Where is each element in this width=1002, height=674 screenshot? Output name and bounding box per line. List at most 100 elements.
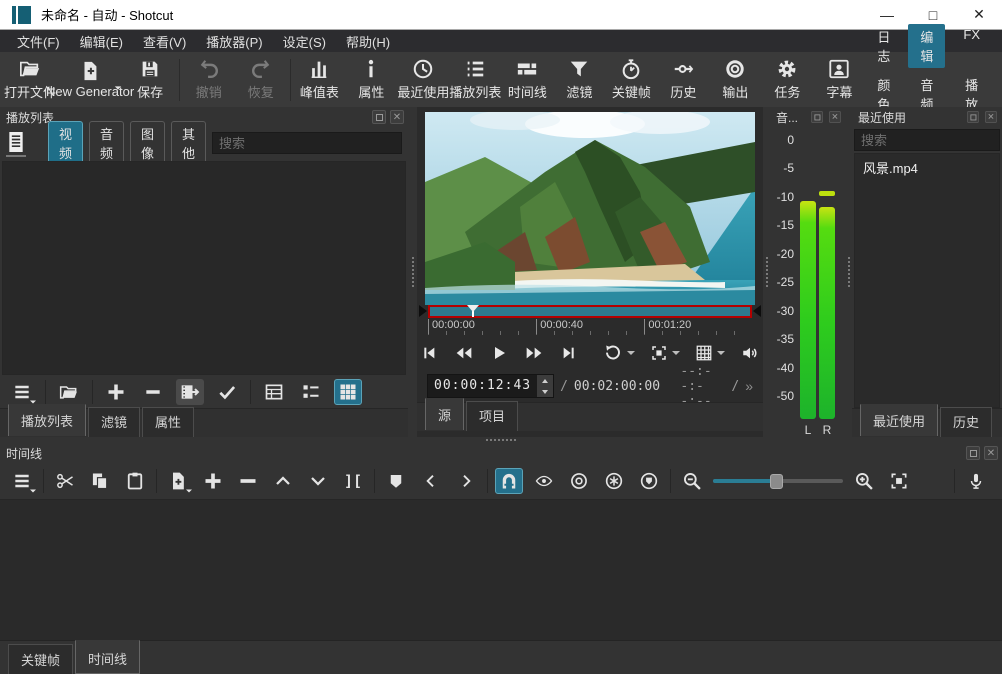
- tab-recent[interactable]: 最近使用: [860, 404, 938, 436]
- ripple-markers-button[interactable]: [635, 468, 663, 494]
- tab-filters[interactable]: 滤镜: [88, 407, 140, 437]
- tab-source[interactable]: 源: [425, 398, 464, 430]
- splitter-player-meter[interactable]: [763, 107, 770, 437]
- playlist-update-button[interactable]: [176, 379, 204, 405]
- view-icons-button[interactable]: [334, 379, 362, 405]
- menu-help[interactable]: 帮助(H): [337, 30, 399, 53]
- volume-button[interactable]: [737, 342, 763, 364]
- skip-start-button[interactable]: [417, 343, 441, 363]
- timeline-tracks-area[interactable]: [0, 499, 1002, 640]
- splitter-left[interactable]: [408, 107, 417, 437]
- save-button[interactable]: 保存: [124, 54, 176, 106]
- playlist-open-button[interactable]: [55, 379, 83, 405]
- playlist-remove-button[interactable]: [139, 379, 167, 405]
- list-item[interactable]: 风景.mp4: [855, 154, 999, 181]
- fast-forward-button[interactable]: [520, 343, 548, 363]
- timeline-menu-button[interactable]: [8, 468, 36, 494]
- scrub-while-dragging-button[interactable]: [530, 468, 558, 494]
- spin-up-icon[interactable]: [537, 375, 553, 386]
- menu-file[interactable]: 文件(F): [8, 30, 69, 53]
- rewind-button[interactable]: [450, 343, 478, 363]
- export-button[interactable]: 输出: [709, 54, 761, 106]
- tab-playlist[interactable]: 播放列表: [8, 404, 86, 436]
- close-panel-button[interactable]: ✕: [984, 446, 998, 460]
- tab-keyframes[interactable]: 关键帧: [8, 644, 73, 674]
- playhead[interactable]: [472, 305, 474, 317]
- spin-arrows[interactable]: [537, 375, 553, 397]
- redo-button[interactable]: 恢复: [235, 54, 287, 106]
- tab-project[interactable]: 项目: [466, 401, 518, 431]
- zoom-fit-button[interactable]: [647, 342, 683, 364]
- next-marker-button[interactable]: [452, 468, 480, 494]
- marker-button[interactable]: [382, 468, 410, 494]
- skip-end-button[interactable]: [557, 343, 581, 363]
- overwrite-button[interactable]: [304, 468, 332, 494]
- tab-timeline[interactable]: 时间线: [75, 640, 140, 674]
- properties-button[interactable]: 属性: [345, 54, 397, 106]
- playlist-doc-icon[interactable]: [6, 129, 26, 157]
- zoom-out-button[interactable]: [678, 468, 706, 494]
- keyframes-button[interactable]: 关键帧: [605, 54, 657, 106]
- tab-audio[interactable]: 音频: [89, 121, 124, 165]
- ripple-all-tracks-button[interactable]: [600, 468, 628, 494]
- spin-down-icon[interactable]: [537, 386, 553, 397]
- grid-button[interactable]: [692, 342, 728, 364]
- current-time-spinbox[interactable]: 00:00:12:43: [427, 374, 554, 398]
- view-details-button[interactable]: [260, 379, 288, 405]
- lift-button[interactable]: [269, 468, 297, 494]
- filters-button[interactable]: 滤镜: [553, 54, 605, 106]
- float-panel-button[interactable]: [967, 111, 979, 123]
- record-audio-button[interactable]: [962, 468, 990, 494]
- slider-handle[interactable]: [770, 474, 783, 489]
- menu-player[interactable]: 播放器(P): [197, 30, 271, 53]
- tab-history[interactable]: 历史: [940, 407, 992, 437]
- trim-in-handle[interactable]: [419, 305, 427, 317]
- float-panel-button[interactable]: [372, 110, 386, 124]
- jobs-button[interactable]: 任务: [761, 54, 813, 106]
- tab-image[interactable]: 图像: [130, 121, 165, 165]
- menu-edit[interactable]: 编辑(E): [71, 30, 132, 53]
- close-panel-button[interactable]: ✕: [985, 111, 997, 123]
- scrub-bar[interactable]: [419, 305, 761, 318]
- paste-button[interactable]: [121, 468, 149, 494]
- tab-other[interactable]: 其他: [171, 121, 206, 165]
- history-button[interactable]: 历史: [657, 54, 709, 106]
- playlist-content[interactable]: [2, 161, 406, 375]
- append-button[interactable]: [164, 468, 192, 494]
- zoom-in-button[interactable]: [850, 468, 878, 494]
- ripple-delete-append-button[interactable]: [199, 468, 227, 494]
- tab-properties[interactable]: 属性: [142, 407, 194, 437]
- time-ruler[interactable]: 00:00:00 00:00:40 00:01:20: [428, 318, 752, 335]
- close-panel-button[interactable]: ✕: [829, 111, 841, 123]
- loop-button[interactable]: [600, 342, 638, 364]
- split-button[interactable]: ][: [339, 468, 367, 494]
- close-panel-button[interactable]: ✕: [390, 110, 404, 124]
- peak-meter-button[interactable]: 峰值表: [293, 54, 345, 106]
- selection-range[interactable]: [428, 305, 752, 318]
- playlist-search-input[interactable]: [212, 132, 402, 154]
- timeline-zoom-slider[interactable]: [713, 473, 843, 489]
- zoom-fit-timeline-button[interactable]: [885, 468, 913, 494]
- recent-button[interactable]: 最近使用: [397, 54, 449, 106]
- menu-view[interactable]: 查看(V): [134, 30, 195, 53]
- copy-button[interactable]: [86, 468, 114, 494]
- new-generator-button[interactable]: New Generator: [56, 54, 124, 106]
- play-button[interactable]: [487, 343, 511, 363]
- prev-marker-button[interactable]: [417, 468, 445, 494]
- playlist-add-button[interactable]: [102, 379, 130, 405]
- layout-logging[interactable]: 日志: [865, 24, 902, 68]
- cut-button[interactable]: [51, 468, 79, 494]
- subtitles-button[interactable]: 字幕: [813, 54, 865, 106]
- trim-out-handle[interactable]: [753, 305, 761, 317]
- undo-button[interactable]: 撤销: [183, 54, 235, 106]
- layout-fx[interactable]: FX: [951, 24, 992, 68]
- overflow-chevron-icon[interactable]: »: [745, 378, 753, 394]
- tab-video[interactable]: 视频: [48, 121, 83, 165]
- playlist-check-button[interactable]: [213, 379, 241, 405]
- view-tiles-button[interactable]: [297, 379, 325, 405]
- layout-editing[interactable]: 编辑: [908, 24, 945, 68]
- playlist-button[interactable]: 播放列表: [449, 54, 501, 106]
- float-panel-button[interactable]: [811, 111, 823, 123]
- playlist-menu-button[interactable]: [8, 379, 36, 405]
- snap-button[interactable]: [495, 468, 523, 494]
